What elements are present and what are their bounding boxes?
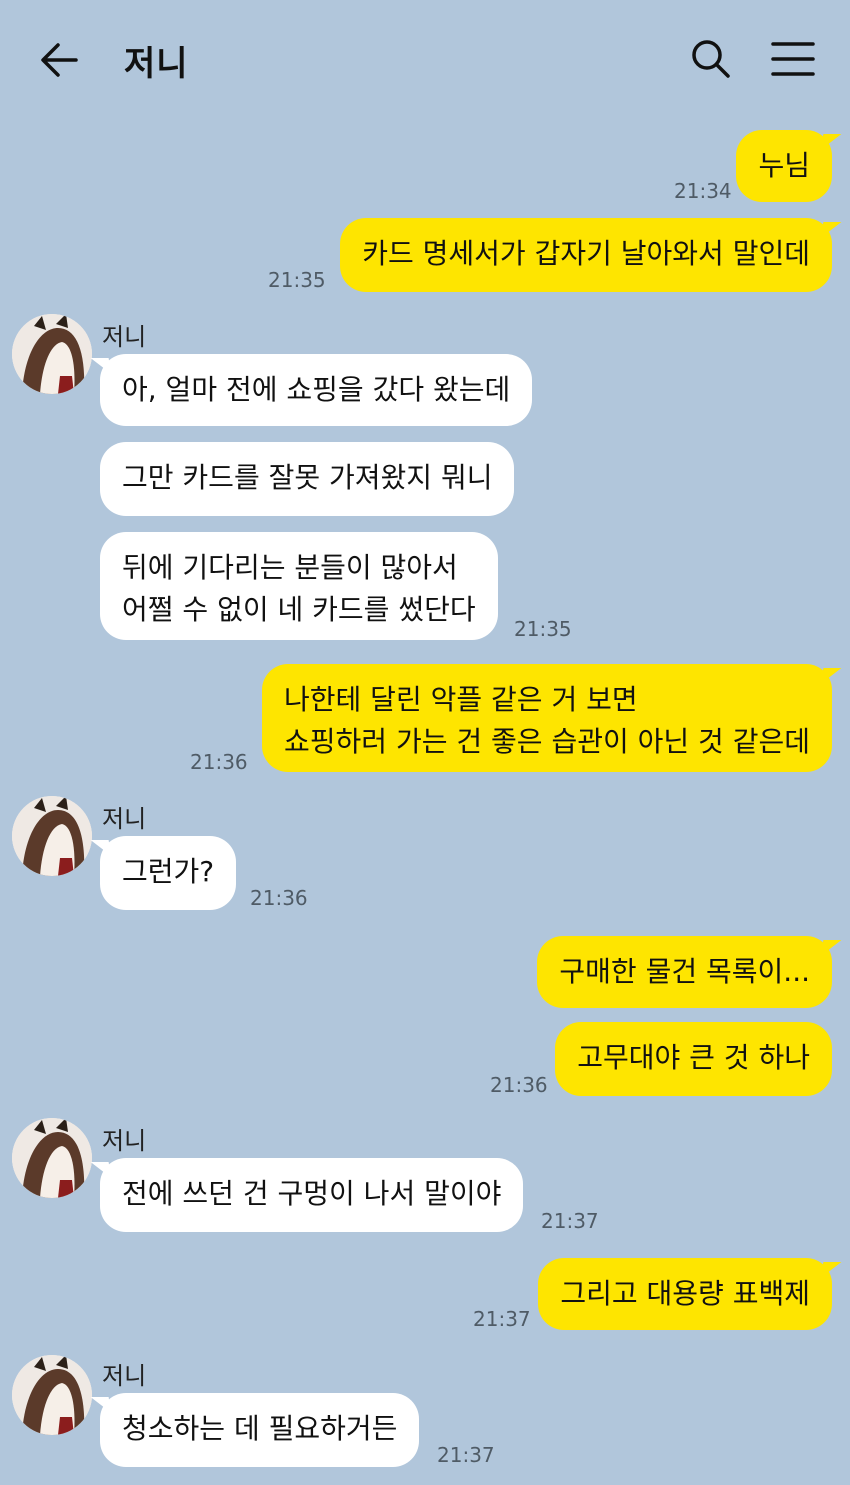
my-message-bubble[interactable]: 고무대야 큰 것 하나 — [555, 1022, 832, 1096]
other-message-bubble[interactable]: 그런가? — [100, 836, 237, 910]
my-message-bubble[interactable]: 나한테 달린 악플 같은 거 보면 쇼핑하러 가는 건 좋은 습관이 아닌 것 … — [262, 664, 832, 772]
message-line: 뒤에 기다리는 분들이 많아서 — [122, 551, 458, 584]
character-avatar-icon — [12, 314, 92, 394]
sender-name: 저니 — [102, 1127, 147, 1155]
chat-title: 저니 — [124, 44, 189, 84]
menu-button[interactable] — [770, 40, 816, 78]
message-line: 쇼핑하러 가는 건 좋은 습관이 아닌 것 같은데 — [284, 725, 810, 758]
search-icon — [692, 40, 730, 78]
message-time: 21:37 — [473, 1307, 531, 1331]
back-button[interactable] — [36, 38, 84, 82]
other-message-bubble[interactable]: 그만 카드를 잘못 가져왔지 뭐니 — [100, 442, 515, 516]
search-button[interactable] — [688, 36, 734, 82]
other-message-bubble[interactable]: 뒤에 기다리는 분들이 많아서 어쩔 수 없이 네 카드를 썼단다 — [100, 532, 498, 640]
message-time: 21:36 — [490, 1073, 548, 1097]
other-message-bubble[interactable]: 아, 얼마 전에 쇼핑을 갔다 왔는데 — [100, 354, 533, 426]
message-time: 21:36 — [190, 750, 248, 774]
avatar[interactable] — [12, 796, 92, 876]
my-message-bubble[interactable]: 카드 명세서가 갑자기 날아와서 말인데 — [340, 218, 832, 292]
avatar[interactable] — [12, 1355, 92, 1435]
character-avatar-icon — [12, 796, 92, 876]
arrow-left-icon — [41, 43, 78, 77]
avatar[interactable] — [12, 314, 92, 394]
chat-header: 저니 — [0, 0, 850, 118]
message-time: 21:35 — [514, 617, 572, 641]
message-line: 어쩔 수 없이 네 카드를 썼단다 — [122, 593, 476, 626]
hamburger-menu-icon — [771, 42, 815, 76]
avatar[interactable] — [12, 1118, 92, 1198]
message-time: 21:37 — [541, 1209, 599, 1233]
sender-name: 저니 — [102, 805, 147, 833]
other-message-bubble[interactable]: 전에 쓰던 건 구멍이 나서 말이야 — [100, 1158, 524, 1232]
message-time: 21:35 — [268, 268, 326, 292]
my-message-bubble[interactable]: 그리고 대용량 표백제 — [538, 1258, 832, 1330]
character-avatar-icon — [12, 1355, 92, 1435]
my-message-bubble[interactable]: 구매한 물건 목록이... — [537, 936, 832, 1008]
character-avatar-icon — [12, 1118, 92, 1198]
message-time: 21:34 — [674, 179, 732, 203]
other-message-bubble[interactable]: 청소하는 데 필요하거든 — [100, 1393, 420, 1467]
my-message-bubble[interactable]: 누님 — [736, 130, 832, 202]
message-line: 나한테 달린 악플 같은 거 보면 — [284, 683, 638, 716]
message-time: 21:36 — [250, 886, 308, 910]
sender-name: 저니 — [102, 323, 147, 351]
sender-name: 저니 — [102, 1362, 147, 1390]
message-time: 21:37 — [437, 1443, 495, 1467]
